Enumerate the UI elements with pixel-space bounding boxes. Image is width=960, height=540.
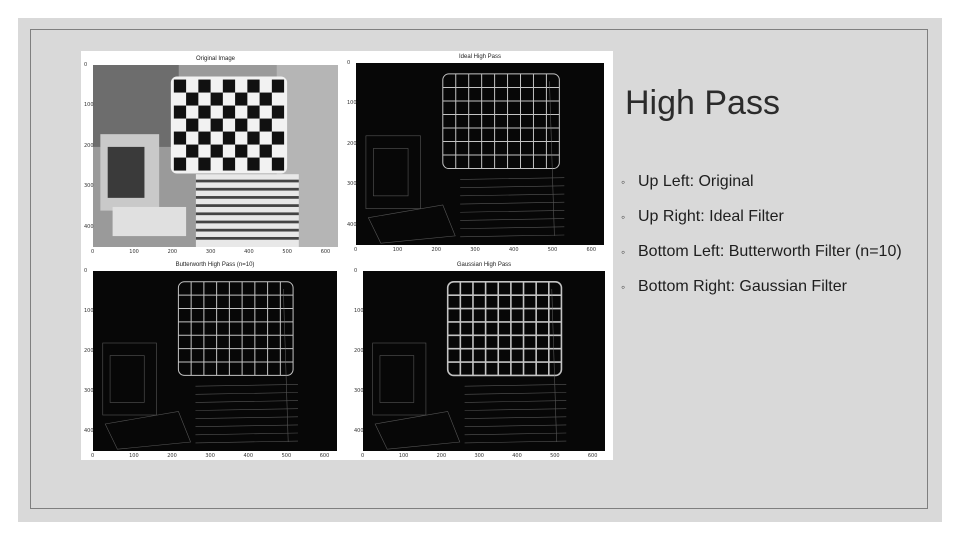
- x-tick-label: 100: [129, 249, 139, 255]
- x-tick-label: 300: [205, 249, 216, 255]
- bullet-text: Up Left: Original: [638, 173, 754, 190]
- x-tick-label: 200: [167, 453, 177, 459]
- y-tick-label: 300: [84, 388, 94, 394]
- x-tick-label: 500: [282, 249, 292, 255]
- y-tick-label: 300: [84, 183, 94, 190]
- gaussian-high-pass-image: [363, 271, 605, 451]
- y-tick-label: 100: [347, 100, 357, 107]
- ideal-high-pass-image: [356, 63, 604, 245]
- y-tick-label: 100: [354, 308, 364, 314]
- bullet-item: ◦ Up Right: Ideal Filter: [621, 205, 911, 229]
- y-tick-label: 0: [84, 62, 88, 68]
- y-tick-label: 200: [84, 142, 94, 149]
- bullet-text: Bottom Left: Butterworth Filter (n=10): [638, 243, 902, 260]
- x-tick-label: 0: [91, 249, 95, 255]
- y-tick-label: 400: [347, 221, 357, 228]
- x-tick-label: 0: [91, 453, 95, 459]
- x-tick-label: 300: [470, 247, 480, 253]
- bullet-list: ◦ Up Left: Original ◦ Up Right: Ideal Filt…: [621, 170, 911, 310]
- y-tick-label: 200: [347, 140, 357, 147]
- x-tick-label: 200: [431, 247, 442, 253]
- x-tick-label: 400: [512, 453, 522, 459]
- y-tick-label: 300: [354, 388, 364, 394]
- panel-butterworth-high-pass: Butterworth High Pass (n=10) 0 100 200 300 4…: [84, 262, 337, 459]
- y-tick-label: 300: [347, 181, 357, 188]
- x-tick-label: 600: [587, 453, 598, 459]
- y-tick-label: 200: [354, 348, 364, 354]
- x-tick-label: 600: [586, 247, 597, 253]
- y-tick-label: 0: [84, 268, 88, 274]
- x-tick-label: 100: [392, 247, 403, 253]
- x-tick-label: 600: [320, 249, 331, 255]
- x-tick-label: 400: [509, 247, 519, 253]
- y-tick-label: 400: [84, 428, 94, 434]
- bullet-item: ◦ Bottom Left: Butterworth Filter (n=10): [621, 240, 911, 264]
- x-tick-label: 200: [167, 249, 178, 255]
- x-tick-label: 0: [361, 453, 365, 459]
- panel-ideal-high-pass: Ideal High Pass 0 100 200 300 400 0 100 200 300 4…: [347, 54, 604, 253]
- x-tick-label: 300: [205, 453, 215, 459]
- y-tick-label: 400: [354, 428, 364, 434]
- x-tick-label: 300: [474, 453, 484, 459]
- slide-title: High Pass: [625, 84, 780, 122]
- filter-comparison-figure: Original Image 0 100 200 300 400 0 100 200 300 40…: [81, 51, 613, 460]
- y-tick-label: 200: [84, 348, 94, 354]
- panel-original: Original Image 0 100 200 300 400 0 100 200 300 40…: [84, 56, 338, 255]
- bullet-text: Up Right: Ideal Filter: [638, 208, 784, 225]
- x-tick-label: 500: [281, 453, 292, 459]
- y-tick-label: 0: [354, 268, 358, 274]
- bullet-icon: ◦: [621, 175, 626, 189]
- bullet-item: ◦ Bottom Right: Gaussian Filter: [621, 275, 911, 299]
- original-image: [93, 65, 338, 247]
- x-tick-label: 100: [129, 453, 139, 459]
- y-tick-label: 0: [347, 60, 351, 66]
- x-tick-label: 500: [550, 453, 560, 459]
- x-tick-label: 400: [244, 249, 254, 255]
- bullet-icon: ◦: [621, 280, 626, 294]
- panel-title: Original Image: [195, 56, 236, 62]
- x-tick-label: 200: [436, 453, 447, 459]
- x-tick-label: 100: [398, 453, 409, 459]
- bullet-item: ◦ Up Left: Original: [621, 170, 911, 194]
- x-tick-label: 0: [354, 247, 358, 253]
- y-tick-label: 400: [84, 223, 94, 230]
- panel-title: Butterworth High Pass (n=10): [175, 262, 255, 268]
- x-tick-label: 600: [319, 453, 330, 459]
- x-tick-label: 400: [243, 453, 254, 459]
- panel-title: Gaussian High Pass: [456, 262, 512, 268]
- x-tick-label: 500: [547, 247, 558, 253]
- panel-title: Ideal High Pass: [458, 54, 502, 60]
- y-tick-label: 100: [84, 308, 94, 314]
- bullet-icon: ◦: [621, 245, 626, 259]
- panel-gaussian-high-pass: Gaussian High Pass 0 100 200 300 400 0 100 200 3…: [354, 262, 605, 459]
- y-tick-label: 100: [84, 102, 94, 109]
- bullet-text: Bottom Right: Gaussian Filter: [638, 278, 847, 295]
- bullet-icon: ◦: [621, 210, 626, 224]
- butterworth-high-pass-image: [93, 271, 337, 451]
